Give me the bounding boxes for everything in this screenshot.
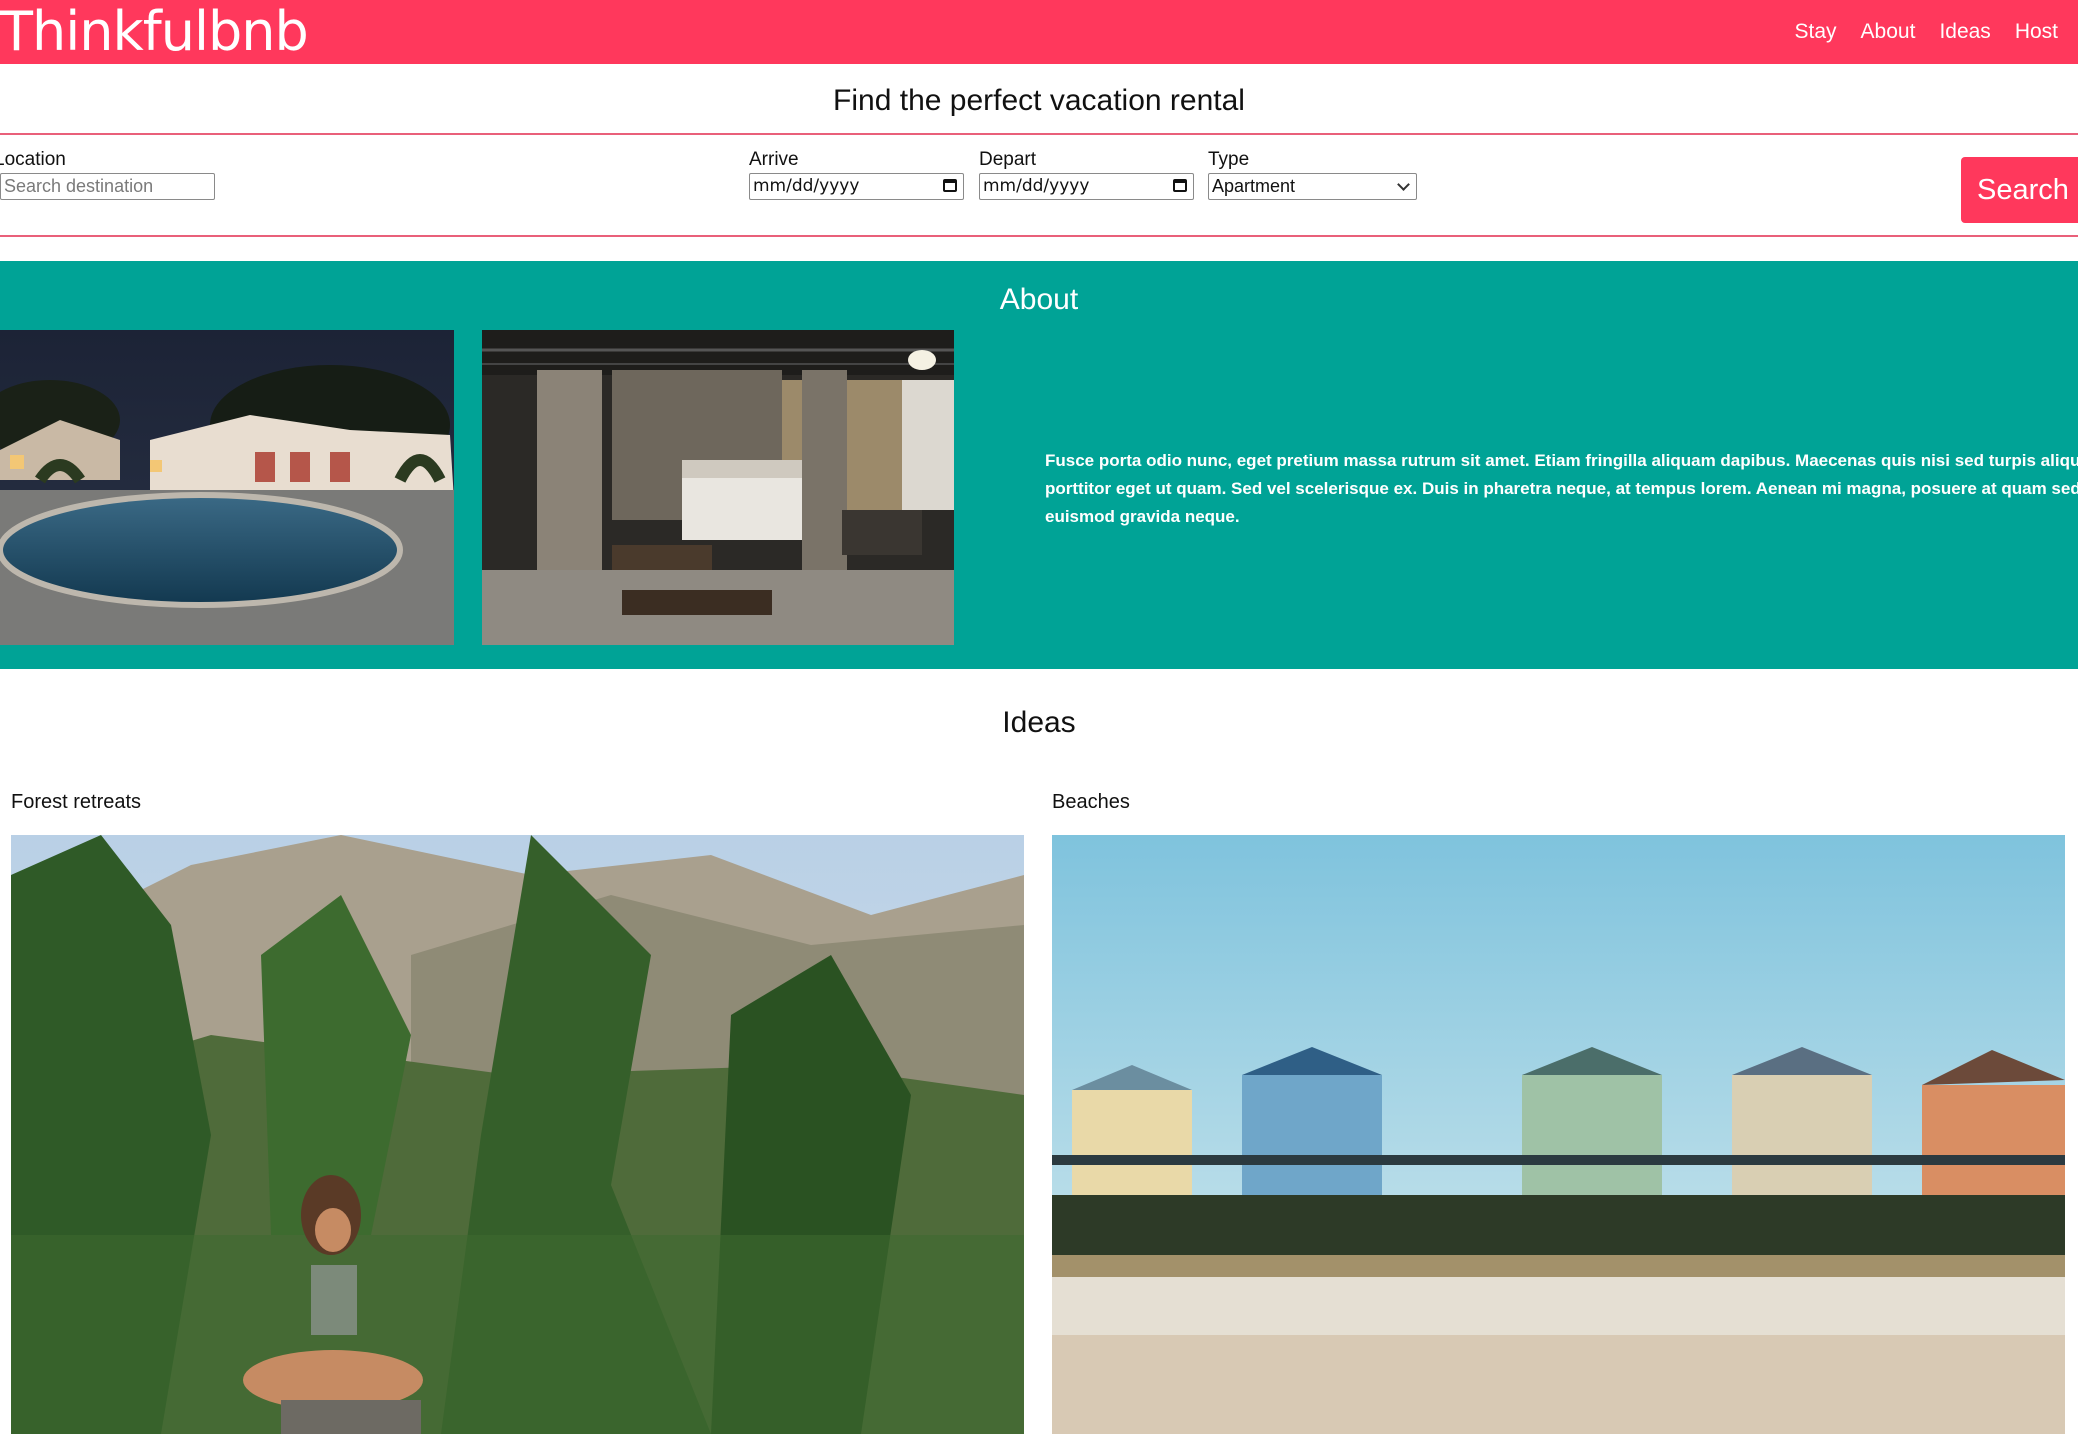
top-navbar: Thinkfulbnb Stay About Ideas Host bbox=[0, 0, 2078, 64]
about-section: About Fusce porta odio nunc, eget pretiu… bbox=[0, 261, 2078, 669]
loft-bedroom-photo bbox=[482, 330, 954, 645]
depart-field-group: Depart mm/dd/yyyy bbox=[979, 150, 1194, 200]
location-field-group: Location Search destination bbox=[0, 150, 215, 200]
type-select[interactable]: Apartment bbox=[1208, 173, 1417, 200]
search-heading: Find the perfect vacation rental bbox=[833, 84, 1245, 117]
idea-label-beaches: Beaches bbox=[1052, 791, 1130, 813]
search-button[interactable]: Search bbox=[1961, 157, 2078, 223]
about-text-line-3: euismod gravida neque. bbox=[1045, 507, 1240, 526]
main-nav: Stay About Ideas Host bbox=[1771, 0, 2058, 64]
ideas-heading: Ideas bbox=[1002, 706, 1076, 739]
location-placeholder: Search destination bbox=[4, 176, 154, 196]
site-logo[interactable]: Thinkfulbnb bbox=[0, 0, 309, 64]
about-description: Fusce porta odio nunc, eget pretium mass… bbox=[1045, 447, 2078, 531]
nav-link-ideas[interactable]: Ideas bbox=[1939, 0, 1990, 64]
type-label: Type bbox=[1208, 149, 1250, 170]
arrive-label: Arrive bbox=[749, 149, 799, 170]
arrive-field-group: Arrive mm/dd/yyyy bbox=[749, 150, 964, 200]
calendar-icon[interactable] bbox=[943, 179, 957, 192]
about-text-line-1: Fusce porta odio nunc, eget pretium mass… bbox=[1045, 451, 2078, 470]
depart-label: Depart bbox=[979, 149, 1037, 170]
villa-pool-photo bbox=[0, 330, 454, 645]
depart-date-value: mm/dd/yyyy bbox=[983, 176, 1090, 196]
about-heading: About bbox=[999, 283, 1079, 316]
calendar-icon[interactable] bbox=[1173, 179, 1187, 192]
location-label: Location bbox=[0, 149, 66, 170]
beaches-photo[interactable] bbox=[1052, 835, 2065, 1434]
chevron-down-icon bbox=[1397, 178, 1410, 191]
forest-retreat-photo[interactable] bbox=[11, 835, 1024, 1434]
nav-link-about[interactable]: About bbox=[1861, 0, 1916, 64]
type-field-group: Type Apartment bbox=[1208, 150, 1417, 200]
arrive-date-value: mm/dd/yyyy bbox=[753, 176, 860, 196]
nav-link-host[interactable]: Host bbox=[2015, 0, 2058, 64]
search-divider-top bbox=[0, 133, 2078, 135]
search-divider-bottom bbox=[0, 235, 2078, 237]
arrive-date-input[interactable]: mm/dd/yyyy bbox=[749, 173, 964, 200]
location-input[interactable]: Search destination bbox=[0, 173, 215, 200]
about-text-line-2: porttitor eget ut quam. Sed vel sceleris… bbox=[1045, 479, 2078, 498]
nav-link-stay[interactable]: Stay bbox=[1795, 0, 1837, 64]
depart-date-input[interactable]: mm/dd/yyyy bbox=[979, 173, 1194, 200]
type-selected-value: Apartment bbox=[1212, 176, 1296, 196]
idea-label-forest: Forest retreats bbox=[11, 791, 142, 813]
